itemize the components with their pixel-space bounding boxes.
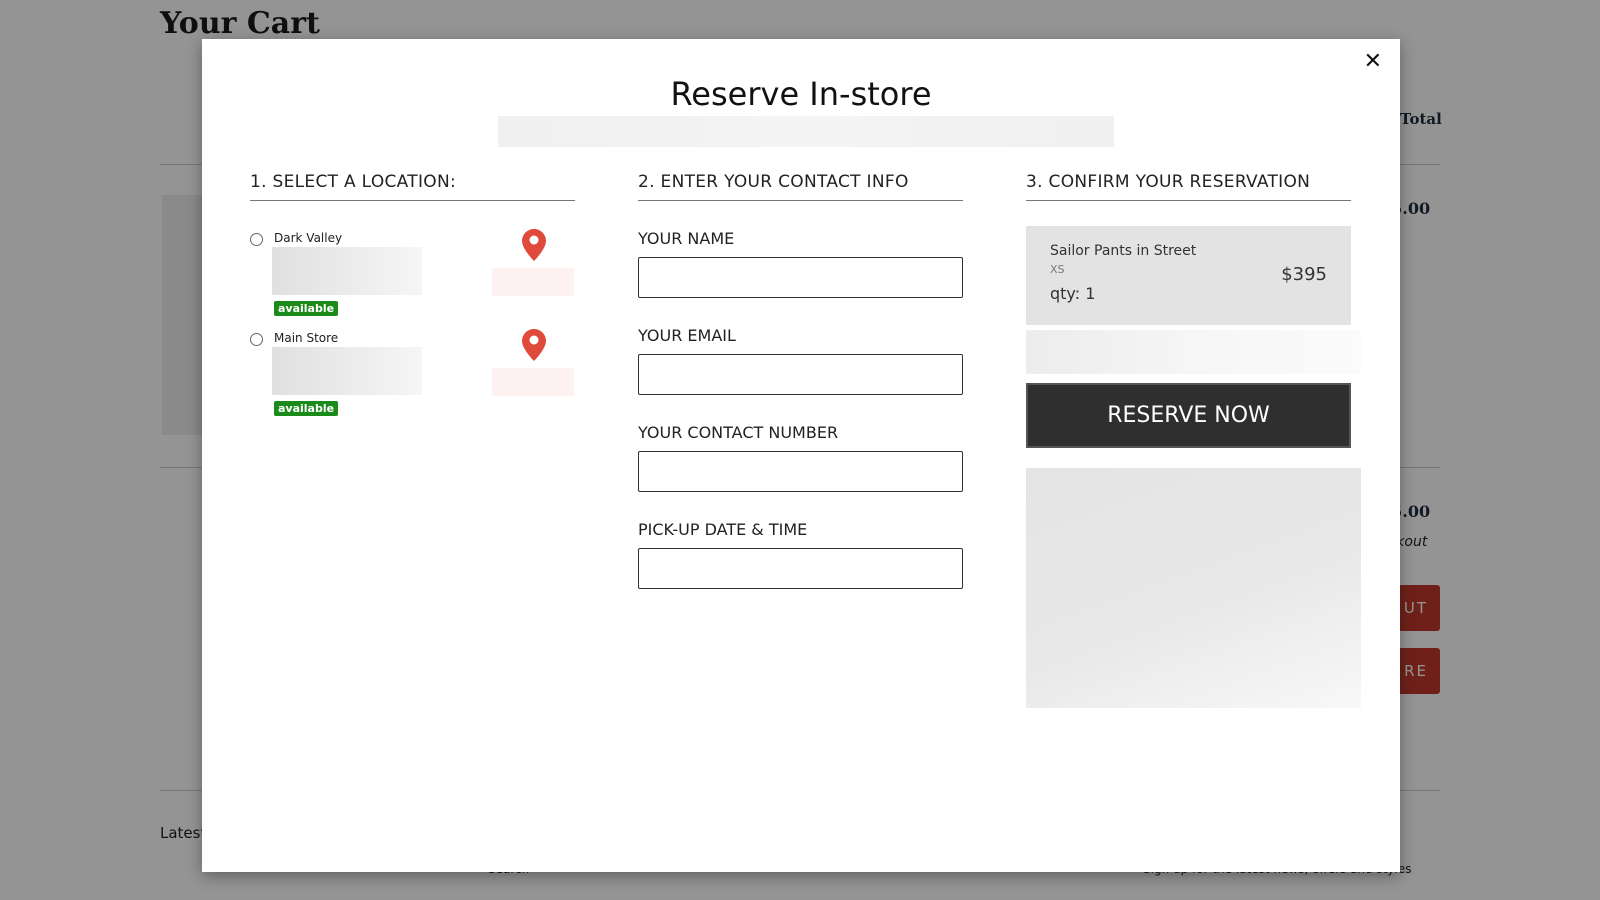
map-pin-icon[interactable] — [522, 229, 546, 261]
store-address — [272, 247, 422, 295]
confirm-section: 3. CONFIRM YOUR RESERVATION Sailor Pants… — [1026, 172, 1361, 708]
location-section: 1. SELECT A LOCATION: Dark Valley availa… — [250, 172, 575, 419]
product-summary: Sailor Pants in Street XS qty: 1 $395 — [1026, 226, 1351, 325]
product-name: Sailor Pants in Street — [1050, 243, 1197, 259]
summary-placeholder — [1026, 330, 1361, 374]
name-input[interactable] — [638, 257, 963, 298]
modal-subtitle-placeholder — [498, 116, 1114, 147]
availability-badge: available — [274, 301, 339, 316]
store-radio[interactable] — [250, 333, 263, 346]
email-input[interactable] — [638, 354, 963, 395]
section-heading: 3. CONFIRM YOUR RESERVATION — [1026, 172, 1351, 201]
store-option[interactable]: Dark Valley available — [250, 219, 575, 319]
phone-label: YOUR CONTACT NUMBER — [638, 423, 839, 442]
store-name: Dark Valley — [274, 231, 343, 245]
reserve-modal: ✕ Reserve In-store 1. SELECT A LOCATION:… — [202, 39, 1400, 872]
email-label: YOUR EMAIL — [638, 326, 736, 345]
phone-input[interactable] — [638, 451, 963, 492]
product-qty: qty: 1 — [1050, 284, 1096, 303]
modal-title: Reserve In-store — [670, 75, 932, 113]
pickup-label: PICK-UP DATE & TIME — [638, 520, 808, 539]
section-heading: 1. SELECT A LOCATION: — [250, 172, 575, 201]
pickup-datetime-input[interactable] — [638, 548, 963, 589]
map-pin-icon[interactable] — [522, 329, 546, 361]
store-radio[interactable] — [250, 233, 263, 246]
product-size: XS — [1050, 263, 1065, 276]
reserve-now-button[interactable]: RESERVE NOW — [1026, 383, 1351, 448]
product-price: $395 — [1281, 264, 1327, 285]
contact-section: 2. ENTER YOUR CONTACT INFO YOUR NAME YOU… — [638, 172, 963, 589]
name-label: YOUR NAME — [638, 229, 735, 248]
section-heading: 2. ENTER YOUR CONTACT INFO — [638, 172, 963, 201]
store-distance — [492, 268, 574, 296]
store-distance — [492, 368, 574, 396]
availability-badge: available — [274, 401, 339, 416]
close-icon[interactable]: ✕ — [1364, 49, 1382, 74]
terms-placeholder — [1026, 468, 1361, 708]
store-address — [272, 347, 422, 395]
store-option[interactable]: Main Store available — [250, 319, 575, 419]
store-name: Main Store — [274, 331, 339, 345]
